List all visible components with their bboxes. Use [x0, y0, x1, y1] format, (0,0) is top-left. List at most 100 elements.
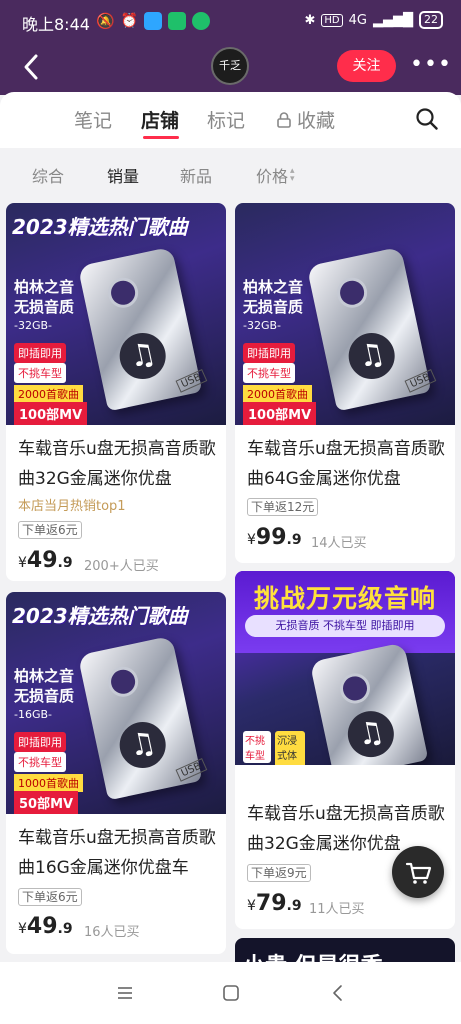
product-image: ♫ USB 柏林之音 无损音质 -32GB- 即插即用 不挑车型 2000首歌曲… [235, 203, 455, 425]
image-line2: 无损音质 [14, 687, 75, 705]
image-tag: 不挑车型 [243, 731, 271, 763]
image-capacity: -32GB- [243, 319, 282, 332]
image-songs: 1000首歌曲 [14, 774, 83, 792]
back-nav-icon[interactable] [329, 984, 347, 1002]
tab-marks[interactable]: 标记 [207, 106, 245, 133]
usb-drive-image: ♫ USB [77, 246, 208, 412]
bluetooth-icon: ✱ [304, 12, 316, 28]
price-decimal: .9 [286, 532, 302, 548]
wechat-icon [192, 12, 211, 30]
active-tab-indicator [143, 136, 179, 139]
product-card[interactable]: ♫ USB 柏林之音 无损音质 -32GB- 即插即用 不挑车型 2000首歌曲… [235, 203, 455, 563]
price-currency: ¥ [247, 532, 256, 548]
status-icons: 🔕 ⏰ [96, 12, 211, 30]
price-integer: 49 [26, 548, 58, 573]
music-note-icon: ♫ [343, 706, 399, 762]
signal-icon: ▂▄▆█ [373, 12, 413, 28]
product-card[interactable]: 2023精选热门歌曲 ♫ USB 柏林之音 无损音质 -16GB- 即插即用 不… [6, 592, 226, 954]
image-tag: 即插即用 [14, 732, 66, 752]
system-nav-bar [0, 962, 461, 1024]
back-icon[interactable] [20, 50, 44, 84]
image-banner: 2023精选热门歌曲 [12, 215, 188, 239]
sort-new[interactable]: 新品 [180, 163, 212, 187]
product-image: 2023精选热门歌曲 ♫ USB 柏林之音 无损音质 -32GB- 即插即用 不… [6, 203, 226, 425]
usb-label: USB [175, 758, 208, 782]
sold-count: 200+人已买 [84, 559, 159, 574]
image-tag: 沉浸式体验 [275, 731, 305, 765]
music-note-icon: ♫ [115, 328, 170, 384]
home-icon[interactable] [222, 984, 240, 1002]
coupon-badge: 下单返6元 [18, 888, 82, 906]
image-tag: 即插即用 [243, 343, 295, 363]
header: 晚上8:44 🔕 ⏰ ✱ HD 4G ▂▄▆█ 22 千乏 关注 ••• [0, 0, 461, 95]
follow-button[interactable]: 关注 [337, 50, 396, 82]
image-line1: 柏林之音 [14, 667, 75, 685]
search-icon[interactable] [415, 107, 439, 131]
price-integer: 79 [255, 891, 287, 916]
sort-sales[interactable]: 销量 [107, 163, 139, 187]
image-subtitle: 无损音质 不挑车型 即插即用 [245, 615, 445, 637]
sold-count: 14人已买 [311, 536, 367, 551]
coupon-badge: 下单返6元 [18, 521, 82, 539]
menu-icon[interactable] [116, 984, 134, 1002]
image-capacity: -16GB- [14, 708, 53, 721]
product-price: ¥49.9 [18, 548, 73, 573]
price-decimal: .9 [286, 898, 302, 914]
sort-price-label: 价格 [256, 167, 289, 186]
product-title: 车载音乐u盘无损高音质歌曲32G金属迷你优盘 [18, 439, 216, 489]
product-card[interactable]: 2023精选热门歌曲 ♫ USB 柏林之音 无损音质 -32GB- 即插即用 不… [6, 203, 226, 581]
usb-drive-image: ♫ USB [306, 246, 437, 412]
price-currency: ¥ [18, 555, 27, 571]
nav-bar: 千乏 关注 ••• [0, 44, 461, 92]
promo-text: 本店当月热销top1 [18, 499, 126, 514]
app-notification-icon [144, 12, 163, 30]
tab-favorites[interactable]: 收藏 [277, 106, 335, 133]
battery-icon: 22 [419, 11, 443, 29]
image-tag: 即插即用 [14, 343, 66, 363]
usb-hole [105, 663, 141, 700]
image-capacity: -32GB- [14, 319, 53, 332]
status-bar: 晚上8:44 🔕 ⏰ ✱ HD 4G ▂▄▆█ 22 [0, 0, 461, 44]
image-line2: 无损音质 [243, 298, 304, 316]
price-decimal: .9 [57, 555, 73, 571]
price-currency: ¥ [247, 898, 256, 914]
price-integer: 49 [26, 914, 58, 939]
product-price: ¥99.9 [247, 525, 302, 550]
music-note-icon: ♫ [344, 328, 399, 384]
more-icon[interactable]: ••• [410, 50, 451, 82]
tab-shop[interactable]: 店铺 [141, 106, 179, 133]
product-title: 车载音乐u盘无损高音质歌曲64G金属迷你优盘 [247, 439, 445, 489]
image-mv: 100部MV [243, 402, 317, 425]
image-tag: 不挑车型 [243, 363, 295, 383]
sort-price[interactable]: 价格 ▴ ▾ [256, 163, 295, 187]
cart-button[interactable] [392, 846, 444, 898]
coupon-badge: 下单返12元 [247, 498, 319, 516]
image-banner: 2023精选热门歌曲 [12, 604, 188, 628]
lock-icon [277, 112, 291, 128]
status-right: ✱ HD 4G ▂▄▆█ 22 [304, 11, 443, 29]
hd-icon: HD [321, 13, 343, 27]
usb-label: USB [404, 369, 437, 393]
usb-drive-image: ♫ [309, 642, 429, 765]
product-image: 2023精选热门歌曲 ♫ USB 柏林之音 无损音质 -16GB- 即插即用 不… [6, 592, 226, 814]
coupon-badge: 下单返9元 [247, 864, 311, 882]
shop-avatar[interactable]: 千乏 [211, 47, 249, 85]
price-decimal: .9 [57, 921, 73, 937]
sort-overall[interactable]: 综合 [32, 163, 64, 187]
sort-arrows-icon: ▴ ▾ [290, 166, 295, 184]
tab-notes[interactable]: 笔记 [74, 106, 112, 133]
status-time: 晚上8:44 [22, 15, 90, 34]
price-integer: 99 [255, 525, 287, 550]
usb-label: USB [175, 369, 208, 393]
image-tag: 不挑车型 [14, 752, 66, 772]
cart-icon [405, 862, 432, 884]
usb-hole [337, 670, 373, 707]
image-line1: 柏林之音 [243, 278, 304, 296]
usb-hole [334, 274, 370, 311]
profile-tabs: 笔记 店铺 标记 收藏 [0, 92, 461, 148]
image-tag: 不挑车型 [14, 363, 66, 383]
usb-drive-image: ♫ USB [77, 635, 208, 801]
price-currency: ¥ [18, 921, 27, 937]
image-mv: 100部MV [14, 402, 88, 425]
image-banner: 挑战万元级音响 [253, 584, 436, 613]
